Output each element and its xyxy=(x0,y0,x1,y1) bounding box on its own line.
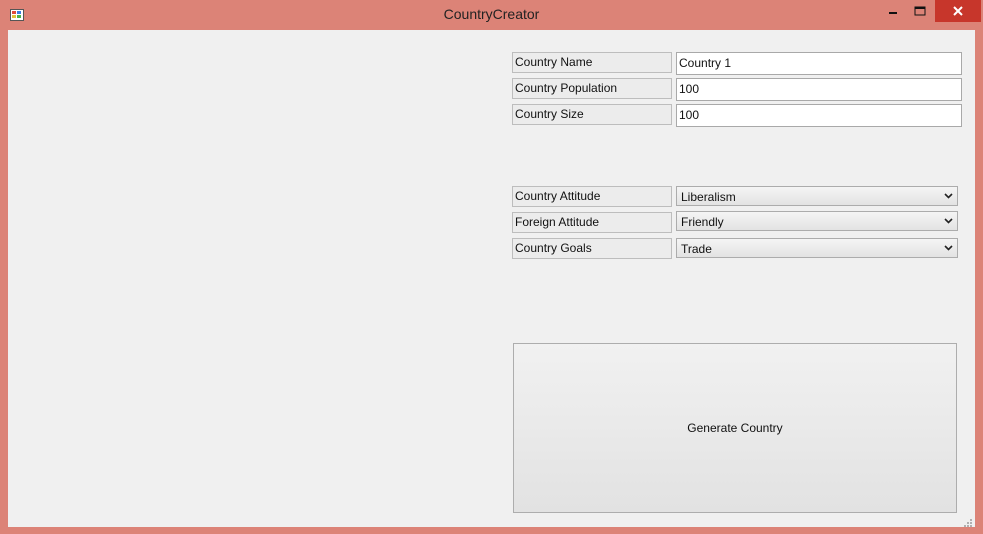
country-name-label: Country Name xyxy=(512,52,672,73)
country-attitude-label: Country Attitude xyxy=(512,186,672,207)
foreign-attitude-value: Friendly xyxy=(681,215,724,229)
foreign-attitude-label: Foreign Attitude xyxy=(512,212,672,233)
country-size-label: Country Size xyxy=(512,104,672,125)
minimize-icon xyxy=(889,12,897,14)
country-size-input[interactable] xyxy=(676,104,962,127)
client-area: Country Name Country Population Country … xyxy=(8,30,975,527)
window-title: CountryCreator xyxy=(443,6,540,22)
app-window: CountryCreator Country Name Country Popu… xyxy=(0,0,983,534)
close-button[interactable] xyxy=(935,0,981,22)
maximize-icon xyxy=(914,6,926,16)
country-goals-label: Country Goals xyxy=(512,238,672,259)
foreign-attitude-dropdown[interactable]: Friendly xyxy=(676,211,958,231)
minimize-button[interactable] xyxy=(880,0,906,22)
country-name-input[interactable] xyxy=(676,52,962,75)
country-population-label: Country Population xyxy=(512,78,672,99)
country-attitude-dropdown[interactable]: Liberalism xyxy=(676,186,958,206)
generate-country-button[interactable]: Generate Country xyxy=(513,343,957,513)
close-icon xyxy=(953,6,963,16)
country-goals-value: Trade xyxy=(681,242,712,256)
chevron-down-icon xyxy=(942,213,954,229)
size-grip-icon[interactable] xyxy=(963,515,973,527)
generate-country-label: Generate Country xyxy=(687,421,783,435)
title-bar[interactable]: CountryCreator xyxy=(0,0,983,30)
country-attitude-value: Liberalism xyxy=(681,190,736,204)
maximize-button[interactable] xyxy=(906,0,934,22)
chevron-down-icon xyxy=(942,240,954,256)
country-goals-dropdown[interactable]: Trade xyxy=(676,238,958,258)
chevron-down-icon xyxy=(942,188,954,204)
country-population-input[interactable] xyxy=(676,78,962,101)
